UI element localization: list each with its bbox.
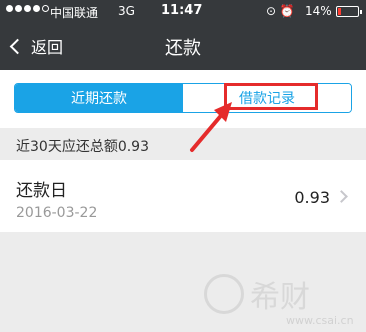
repayment-summary: 近30天应还总额0.93 bbox=[16, 139, 149, 155]
annotation-highlight-box bbox=[224, 83, 318, 110]
status-bar: 中国联通 3G 11:47 ⊙ ⏰ 14% bbox=[0, 0, 366, 22]
watermark-url: www.csai.cn bbox=[286, 314, 354, 327]
app-header: 中国联通 3G 11:47 ⊙ ⏰ 14% 返回 还款 bbox=[0, 0, 366, 70]
network-type: 3G bbox=[118, 4, 135, 18]
battery-icon bbox=[336, 6, 362, 17]
watermark: 希财 www.csai.cn bbox=[204, 272, 364, 328]
rotation-lock-alarm-icon: ⊙ ⏰ bbox=[266, 4, 295, 18]
repayment-amount: 0.93 bbox=[294, 188, 330, 207]
watermark-logo-icon bbox=[204, 274, 244, 314]
status-time: 11:47 bbox=[161, 3, 203, 18]
repayment-date: 2016-03-22 bbox=[16, 205, 98, 221]
page-title: 还款 bbox=[165, 38, 201, 59]
battery-percentage: 14% bbox=[305, 4, 332, 18]
annotation-arrow-icon bbox=[190, 102, 232, 152]
chevron-right-icon bbox=[335, 190, 348, 203]
repayment-title: 还款日 bbox=[16, 181, 67, 201]
watermark-text: 希财 bbox=[250, 280, 310, 315]
carrier-name: 中国联通 bbox=[50, 6, 99, 20]
signal-strength-icon bbox=[6, 5, 49, 12]
tab-recent-repayment[interactable]: 近期还款 bbox=[15, 84, 183, 112]
repayment-list-item[interactable]: 还款日 2016-03-22 0.93 bbox=[0, 160, 366, 232]
